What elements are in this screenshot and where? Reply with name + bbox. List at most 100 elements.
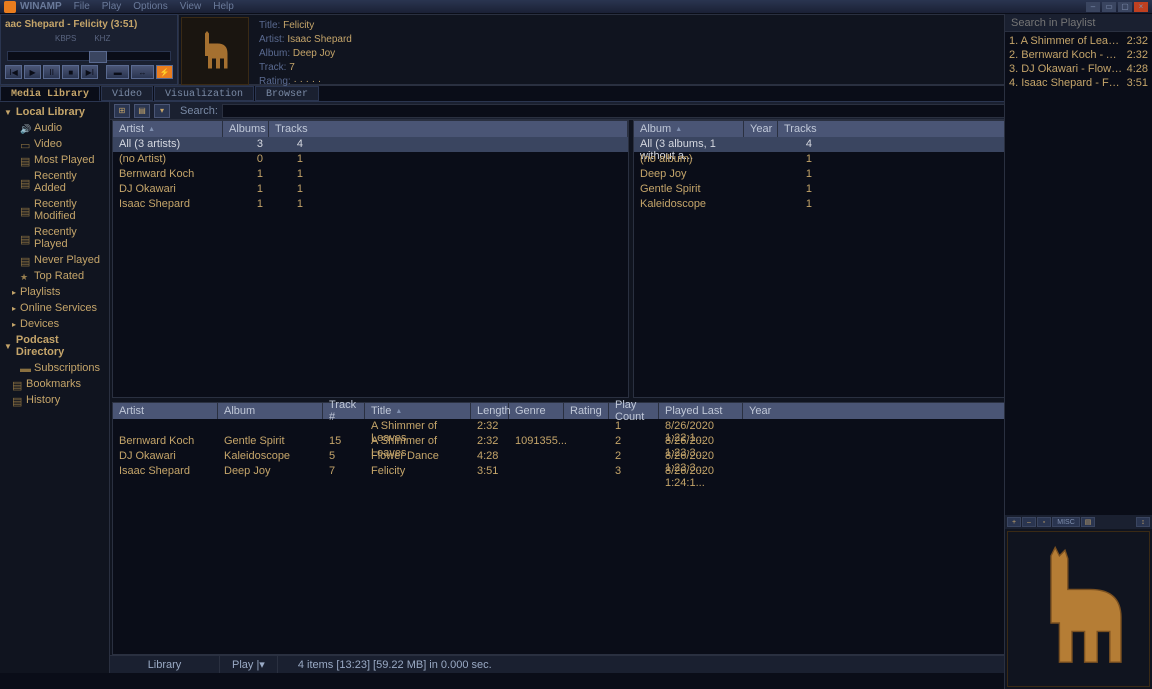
table-row[interactable]: (no Artist)01 [113, 152, 628, 167]
table-row[interactable]: Bernward KochGentle Spirit15A Shimmer of… [113, 434, 1149, 449]
np-track-label: Track: [259, 62, 286, 73]
np-track: 7 [289, 62, 295, 73]
np-album: Deep Joy [293, 48, 335, 59]
view-dropdown[interactable]: ▾ [154, 104, 170, 118]
menu-file[interactable]: File [74, 1, 90, 12]
col-album[interactable]: Album▲ [634, 121, 744, 137]
prev-button[interactable]: I◀ [5, 65, 22, 79]
close-button[interactable]: × [1134, 2, 1148, 12]
search-label: Search: [180, 105, 218, 117]
app-title: WINAMP [20, 1, 62, 12]
table-row[interactable]: Bernward Koch11 [113, 167, 628, 182]
sidebar-item-local-library[interactable]: ▼Local Library [0, 104, 109, 120]
pl-sel-button[interactable]: ▫ [1037, 517, 1051, 527]
pl-add-button[interactable]: + [1007, 517, 1021, 527]
pause-button[interactable]: II [43, 65, 60, 79]
sidebar-item-podcast-directory[interactable]: ▼Podcast Directory [0, 332, 109, 360]
table-row[interactable]: All (3 artists)34 [113, 137, 628, 152]
titlebar: WINAMP File Play Options View Help – ▭ ▢… [0, 0, 1152, 14]
col-genre[interactable]: Genre [509, 403, 564, 419]
np-album-label: Album: [259, 48, 290, 59]
col-playcount[interactable]: Play Count [609, 403, 659, 419]
tracks-pane: ArtistAlbumTrack #Title▲LengthGenreRatin… [112, 402, 1150, 655]
col-albums[interactable]: Albums [223, 121, 269, 137]
playlist-item[interactable]: 3. DJ Okawari - Flower D...4:28 [1009, 62, 1148, 76]
shade-button[interactable]: ▭ [1102, 2, 1116, 12]
sidebar-item-devices[interactable]: ▸Devices [0, 316, 109, 332]
llama-icon [1009, 539, 1149, 679]
lightning-button[interactable]: ⚡ [156, 65, 173, 79]
play-button[interactable]: ▶ [24, 65, 41, 79]
llama-icon [190, 26, 240, 76]
playlist-search-input[interactable] [1011, 17, 1152, 29]
top-region: aac Shepard - Felicity (3:51) KBPS KHZ I… [0, 14, 1152, 86]
col-length[interactable]: Length [471, 403, 509, 419]
library-content: ⊞ ▤ ▾ Search: Clear Search Artist▲Albums… [110, 102, 1152, 673]
col-playedlast[interactable]: Played Last [659, 403, 743, 419]
tab-media-library[interactable]: Media Library [0, 86, 100, 101]
search-input[interactable] [222, 104, 1058, 118]
sidebar-item-most-played[interactable]: Most Played [0, 152, 109, 168]
playlist-item[interactable]: 4. Isaac Shepard - Felicity3:51 [1009, 76, 1148, 90]
stop-button[interactable]: ■ [62, 65, 79, 79]
sidebar-item-never-played[interactable]: Never Played [0, 252, 109, 268]
menu-options[interactable]: Options [133, 1, 167, 12]
menu-view[interactable]: View [180, 1, 202, 12]
table-row[interactable]: Isaac ShepardDeep Joy7Felicity3:5138/26/… [113, 464, 1149, 479]
col-track[interactable]: Track # [323, 403, 365, 419]
playlist-item[interactable]: 1. A Shimmer of Leaves2:32 [1009, 34, 1148, 48]
player-box: aac Shepard - Felicity (3:51) KBPS KHZ I… [0, 14, 178, 85]
player-buttons: I◀ ▶ II ■ ▶I ▬ ↔ ⚡ [3, 63, 175, 81]
col-year[interactable]: Year [744, 121, 778, 137]
status-library-menu[interactable]: Library [110, 656, 220, 673]
sidebar-item-online-services[interactable]: ▸Online Services [0, 300, 109, 316]
tab-video[interactable]: Video [101, 86, 153, 101]
col-title[interactable]: Title▲ [365, 403, 471, 419]
sidebar-item-bookmarks[interactable]: Bookmarks [0, 376, 109, 392]
col-tracks[interactable]: Tracks [269, 121, 628, 137]
sidebar-item-recently-added[interactable]: Recently Added [0, 168, 109, 196]
tab-visualization[interactable]: Visualization [154, 86, 254, 101]
col-artist[interactable]: Artist▲ [113, 121, 223, 137]
view-toggle-2[interactable]: ▤ [134, 104, 150, 118]
nowplaying-album-art [181, 17, 249, 85]
pl-scroll-button[interactable]: ↕ [1136, 517, 1150, 527]
playlist-item[interactable]: 2. Bernward Koch - A Shi...2:32 [1009, 48, 1148, 62]
pl-list-button[interactable]: ▤ [1081, 517, 1095, 527]
library-sidebar: ▼Local LibraryAudioVideoMost PlayedRecen… [0, 102, 110, 673]
table-row[interactable]: DJ OkawariKaleidoscope5Flower Dance4:282… [113, 449, 1149, 464]
filter-panes: Artist▲AlbumsTracks All (3 artists)34(no… [110, 120, 1152, 398]
sidebar-item-playlists[interactable]: ▸Playlists [0, 284, 109, 300]
sidebar-item-recently-modified[interactable]: Recently Modified [0, 196, 109, 224]
sidebar-item-audio[interactable]: Audio [0, 120, 109, 136]
table-row[interactable]: DJ Okawari11 [113, 182, 628, 197]
maximize-button[interactable]: ▢ [1118, 2, 1132, 12]
khz-label: KHZ [94, 34, 110, 43]
shuffle-button[interactable]: ↔ [131, 65, 154, 79]
pl-remove-button[interactable]: – [1022, 517, 1036, 527]
table-row[interactable]: A Shimmer of Leaves2:3218/26/2020 1:22:1… [113, 419, 1149, 434]
artist-header: Artist▲AlbumsTracks [113, 121, 628, 137]
sidebar-item-video[interactable]: Video [0, 136, 109, 152]
menu-help[interactable]: Help [213, 1, 234, 12]
status-play-menu[interactable]: Play |▾ [220, 656, 278, 673]
sidebar-item-recently-played[interactable]: Recently Played [0, 224, 109, 252]
sidebar-item-subscriptions[interactable]: Subscriptions [0, 360, 109, 376]
view-toggle-1[interactable]: ⊞ [114, 104, 130, 118]
pl-misc-button[interactable]: MISC [1052, 517, 1080, 527]
playlist-search-bar: 🔍 [1005, 14, 1152, 32]
minimize-button[interactable]: – [1086, 2, 1100, 12]
next-button[interactable]: ▶I [81, 65, 98, 79]
tab-browser[interactable]: Browser [255, 86, 319, 101]
seek-slider[interactable] [7, 51, 171, 61]
col-rating[interactable]: Rating [564, 403, 609, 419]
open-button[interactable]: ▬ [106, 65, 129, 79]
sidebar-item-history[interactable]: History [0, 392, 109, 408]
menu-play[interactable]: Play [102, 1, 121, 12]
table-row[interactable]: Isaac Shepard11 [113, 197, 628, 212]
col-artist[interactable]: Artist [113, 403, 218, 419]
main-area: ▼Local LibraryAudioVideoMost PlayedRecen… [0, 102, 1152, 673]
player-display: aac Shepard - Felicity (3:51) KBPS KHZ [3, 17, 175, 49]
sidebar-item-top-rated[interactable]: Top Rated [0, 268, 109, 284]
col-album[interactable]: Album [218, 403, 323, 419]
